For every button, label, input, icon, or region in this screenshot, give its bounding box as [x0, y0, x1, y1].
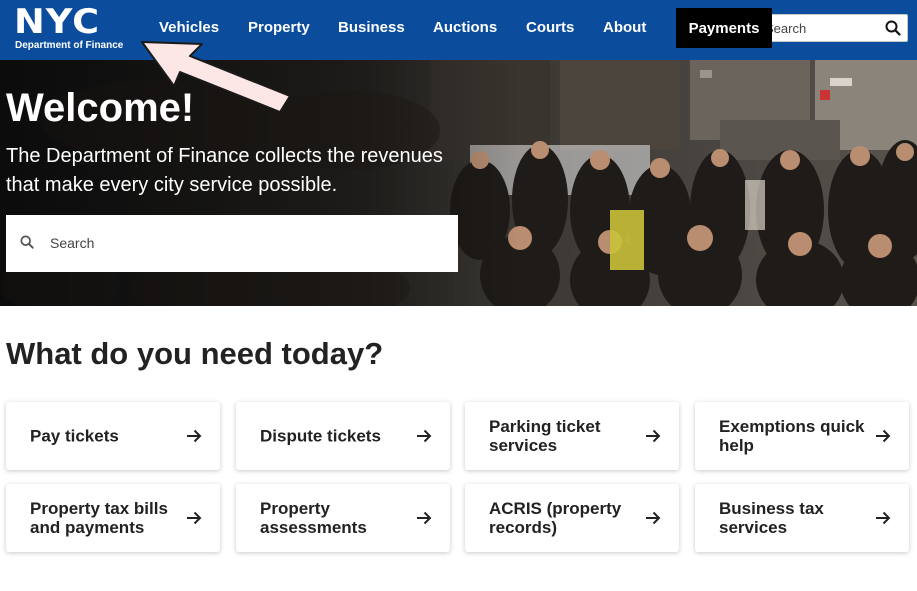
card-label: Business tax services: [719, 499, 824, 537]
card-exemptions-quick-help[interactable]: Exemptions quick help: [695, 402, 909, 470]
card-acris[interactable]: ACRIS (property records): [465, 484, 679, 552]
nav-courts[interactable]: Courts: [526, 19, 574, 36]
nav-business[interactable]: Business: [338, 19, 405, 36]
header-search-box: [758, 14, 908, 42]
arrow-right-icon: [417, 511, 432, 525]
annotation-arrow: [141, 41, 291, 113]
arrow-right-icon: [646, 429, 661, 443]
card-property-tax-bills[interactable]: Property tax bills and payments: [6, 484, 220, 552]
nav-about[interactable]: About: [603, 19, 646, 36]
card-business-tax-services[interactable]: Business tax services: [695, 484, 909, 552]
logo-subtext: Department of Finance: [15, 40, 124, 51]
nav-auctions[interactable]: Auctions: [433, 19, 497, 36]
arrow-right-icon: [876, 511, 891, 525]
arrow-right-icon: [187, 511, 202, 525]
search-icon: [20, 235, 34, 249]
hero-search-input[interactable]: [50, 229, 450, 257]
card-property-assessments[interactable]: Property assessments: [236, 484, 450, 552]
card-label: Exemptions quick help: [719, 417, 865, 455]
card-dispute-tickets[interactable]: Dispute tickets: [236, 402, 450, 470]
card-label: Property tax bills and payments: [30, 499, 168, 537]
card-label: Property assessments: [260, 499, 367, 537]
hero-subtitle: The Department of Finance collects the r…: [6, 145, 443, 196]
arrow-right-icon: [876, 429, 891, 443]
arrow-right-icon: [417, 429, 432, 443]
logo-mark: NYC: [14, 2, 101, 42]
payments-button[interactable]: Payments: [676, 8, 772, 48]
card-label: Parking ticket services: [489, 417, 601, 455]
arrow-right-icon: [187, 429, 202, 443]
header-search-input[interactable]: [759, 15, 877, 41]
card-pay-tickets[interactable]: Pay tickets: [6, 402, 220, 470]
section-title: What do you need today?: [6, 336, 384, 371]
card-label: Pay tickets: [30, 426, 119, 446]
card-label: ACRIS (property records): [489, 499, 622, 537]
hero-search-box: [6, 215, 458, 272]
arrow-right-icon: [646, 511, 661, 525]
nyc-dof-logo[interactable]: NYC Department of Finance: [14, 4, 144, 54]
header-search-button[interactable]: [885, 20, 901, 36]
card-label: Dispute tickets: [260, 426, 381, 446]
card-parking-ticket-services[interactable]: Parking ticket services: [465, 402, 679, 470]
search-icon: [885, 20, 901, 36]
